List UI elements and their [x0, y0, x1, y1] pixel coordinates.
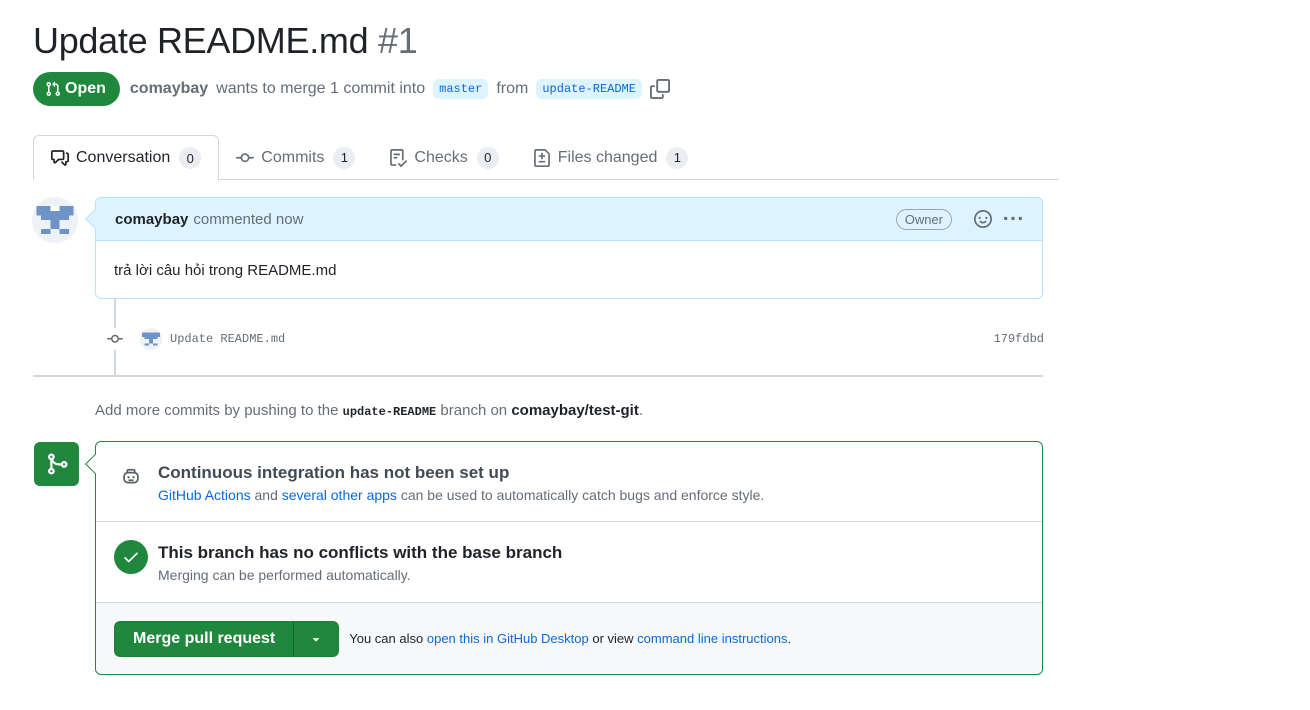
tab-files-changed[interactable]: Files changed 1 — [516, 135, 706, 180]
check-icon — [114, 540, 148, 574]
conflict-subtitle: Merging can be performed automatically. — [158, 567, 411, 583]
comment-discussion-icon — [51, 150, 69, 166]
copy-icon[interactable] — [649, 79, 670, 99]
tab-label: Files changed — [557, 148, 658, 166]
ci-rest-text: can be used to automatically catch bugs … — [400, 487, 765, 503]
pr-tabs: Conversation 0 Commits 1 Checks 0 Files … — [33, 135, 1059, 181]
tab-label: Checks — [414, 148, 468, 166]
merge-box: Continuous integration has not been set … — [85, 441, 1043, 675]
pr-title-text: Update README.md — [33, 20, 369, 61]
copilot-robot-icon — [114, 460, 148, 494]
merge-pull-request-button[interactable]: Merge pull request — [114, 620, 295, 657]
comment-timestamp[interactable]: commented now — [193, 211, 303, 228]
tab-commits[interactable]: Commits 1 — [219, 135, 372, 180]
push-hint-repo: comaybay/test-git — [511, 402, 639, 419]
push-hint: Add more commits by pushing to the updat… — [95, 402, 643, 419]
merge-note-mid: or view — [592, 631, 634, 646]
status-label: Open — [65, 80, 106, 97]
ci-section: Continuous integration has not been set … — [96, 442, 1042, 522]
conflict-section: This branch has no conflicts with the ba… — [96, 522, 1042, 603]
from-text: from — [496, 80, 529, 97]
avatar[interactable] — [32, 197, 78, 243]
timeline-commit: Update README.md 179fdbd — [104, 326, 1044, 352]
owner-badge: Owner — [895, 208, 952, 230]
comment-author-link[interactable]: comaybay — [115, 211, 188, 228]
pr-title: Update README.md #1 — [33, 20, 418, 62]
comment-box: comaybay commented now Owner trả lời câu… — [85, 197, 1043, 299]
tab-conversation[interactable]: Conversation 0 — [33, 135, 220, 181]
merge-text: wants to merge 1 commit into — [216, 80, 426, 97]
open-desktop-link[interactable]: open this in GitHub Desktop — [427, 631, 589, 646]
checklist-icon — [390, 148, 408, 167]
conflict-title: This branch has no conflicts with the ba… — [158, 543, 563, 562]
tab-checks[interactable]: Checks 0 — [372, 135, 515, 180]
ci-and-text: and — [254, 487, 278, 503]
ci-title: Continuous integration has not been set … — [158, 463, 510, 482]
pr-number: #1 — [378, 20, 418, 61]
merge-options-dropdown[interactable] — [294, 620, 340, 657]
tab-counter: 1 — [666, 146, 689, 169]
tab-counter: 0 — [476, 146, 499, 169]
push-hint-branch: update-README — [342, 405, 437, 419]
merge-note-prefix: You can also — [349, 631, 424, 646]
timeline-divider — [33, 375, 1043, 377]
tab-counter: 1 — [333, 146, 356, 169]
smiley-icon[interactable] — [972, 208, 994, 230]
merge-button-group: Merge pull request — [114, 620, 340, 657]
kebab-horizontal-icon[interactable] — [1002, 208, 1024, 230]
other-apps-link[interactable]: several other apps — [282, 487, 397, 503]
github-actions-link[interactable]: GitHub Actions — [158, 487, 251, 503]
command-line-link[interactable]: command line instructions — [637, 631, 787, 646]
tab-counter: 0 — [179, 147, 202, 169]
pr-state-row: Open comaybay wants to merge 1 commit in… — [33, 72, 670, 106]
ci-description: GitHub Actions and several other apps ca… — [158, 487, 764, 503]
status-badge: Open — [33, 72, 120, 106]
tab-label: Commits — [261, 148, 325, 166]
triangle-down-icon — [313, 637, 320, 642]
merge-actions: Merge pull request You can also open thi… — [96, 603, 1042, 674]
tab-label: Conversation — [76, 149, 171, 166]
push-hint-suffix: . — [638, 402, 644, 419]
avatar[interactable] — [140, 328, 162, 350]
comment-header: comaybay commented now Owner — [96, 198, 1042, 241]
commit-message-link[interactable]: Update README.md — [170, 332, 285, 346]
push-hint-prefix: Add more commits by pushing to the — [95, 402, 339, 419]
merge-note: You can also open this in GitHub Desktop… — [349, 631, 791, 646]
file-diff-icon — [533, 148, 550, 167]
push-hint-middle: branch on — [440, 402, 508, 419]
head-branch-link[interactable]: update-README — [536, 79, 642, 99]
commit-sha-link[interactable]: 179fdbd — [994, 332, 1044, 346]
base-branch-link[interactable]: master — [433, 79, 489, 99]
git-pull-request-icon — [46, 81, 61, 97]
git-commit-icon — [104, 328, 126, 350]
comment-body: trả lời câu hỏi trong README.md — [114, 262, 337, 279]
git-merge-icon — [34, 442, 79, 486]
pr-author-link[interactable]: comaybay — [130, 80, 208, 98]
git-commit-icon — [236, 152, 255, 162]
merge-note-suffix: . — [787, 631, 792, 646]
